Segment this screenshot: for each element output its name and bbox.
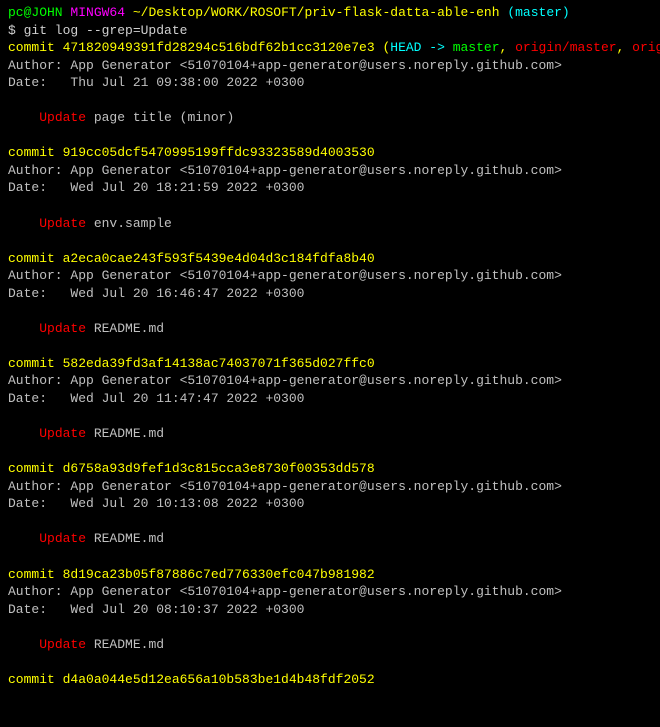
commit-msg-keyword: Update [39, 110, 86, 125]
commit-msg-keyword: Update [39, 637, 86, 652]
branch-master: master [453, 40, 500, 55]
head-ref: HEAD -> [390, 40, 452, 55]
author-line: Author: App Generator <51070104+app-gene… [8, 584, 562, 599]
commit-msg-keyword: Update [39, 216, 86, 231]
author-line: Author: App Generator <51070104+app-gene… [8, 268, 562, 283]
commit-msg-rest: README.md [86, 637, 164, 652]
prompt-path: ~/Desktop/WORK/ROSOFT/priv-flask-datta-a… [133, 5, 500, 20]
commit-msg-keyword: Update [39, 531, 86, 546]
date-line: Date: Wed Jul 20 16:46:47 2022 +0300 [8, 286, 304, 301]
prompt-user: pc@JOHN [8, 5, 63, 20]
date-line: Date: Wed Jul 20 11:47:47 2022 +0300 [8, 391, 304, 406]
date-line: Date: Wed Jul 20 18:21:59 2022 +0300 [8, 180, 304, 195]
command-line: $ git log --grep=Update [8, 23, 187, 38]
commit-line: commit 8d19ca23b05f87886c7ed776330efc047… [8, 567, 375, 582]
commit-msg-rest: page title (minor) [86, 110, 234, 125]
commit-line: commit d6758a93d9fef1d3c815cca3e8730f003… [8, 461, 375, 476]
commit-line: commit d4a0a044e5d12ea656a10b583be1d4b48… [8, 672, 375, 687]
date-line: Date: Wed Jul 20 08:10:37 2022 +0300 [8, 602, 304, 617]
prompt-shell: MINGW64 [70, 5, 125, 20]
commit-msg-keyword: Update [39, 426, 86, 441]
commit-line: commit 471820949391fd28294c516bdf62b1cc3… [8, 40, 660, 55]
origin-head: origin/HEAD [632, 40, 660, 55]
author-line: Author: App Generator <51070104+app-gene… [8, 163, 562, 178]
date-line: Date: Thu Jul 21 09:38:00 2022 +0300 [8, 75, 304, 90]
author-line: Author: App Generator <51070104+app-gene… [8, 479, 562, 494]
commit-msg-rest: README.md [86, 426, 164, 441]
commit-msg-rest: env.sample [86, 216, 172, 231]
commit-line: commit 919cc05dcf5470995199ffdc93323589d… [8, 145, 375, 160]
origin-master: origin/master [515, 40, 616, 55]
date-line: Date: Wed Jul 20 10:13:08 2022 +0300 [8, 496, 304, 511]
prompt-branch: (master) [507, 5, 569, 20]
commit-line: commit a2eca0cae243f593f5439e4d04d3c184f… [8, 251, 375, 266]
commit-msg-keyword: Update [39, 321, 86, 336]
commit-line: commit 582eda39fd3af14138ac74037071f365d… [8, 356, 375, 371]
author-line: Author: App Generator <51070104+app-gene… [8, 58, 562, 73]
author-line: Author: App Generator <51070104+app-gene… [8, 373, 562, 388]
commit-msg-rest: README.md [86, 321, 164, 336]
commit-msg-rest: README.md [86, 531, 164, 546]
